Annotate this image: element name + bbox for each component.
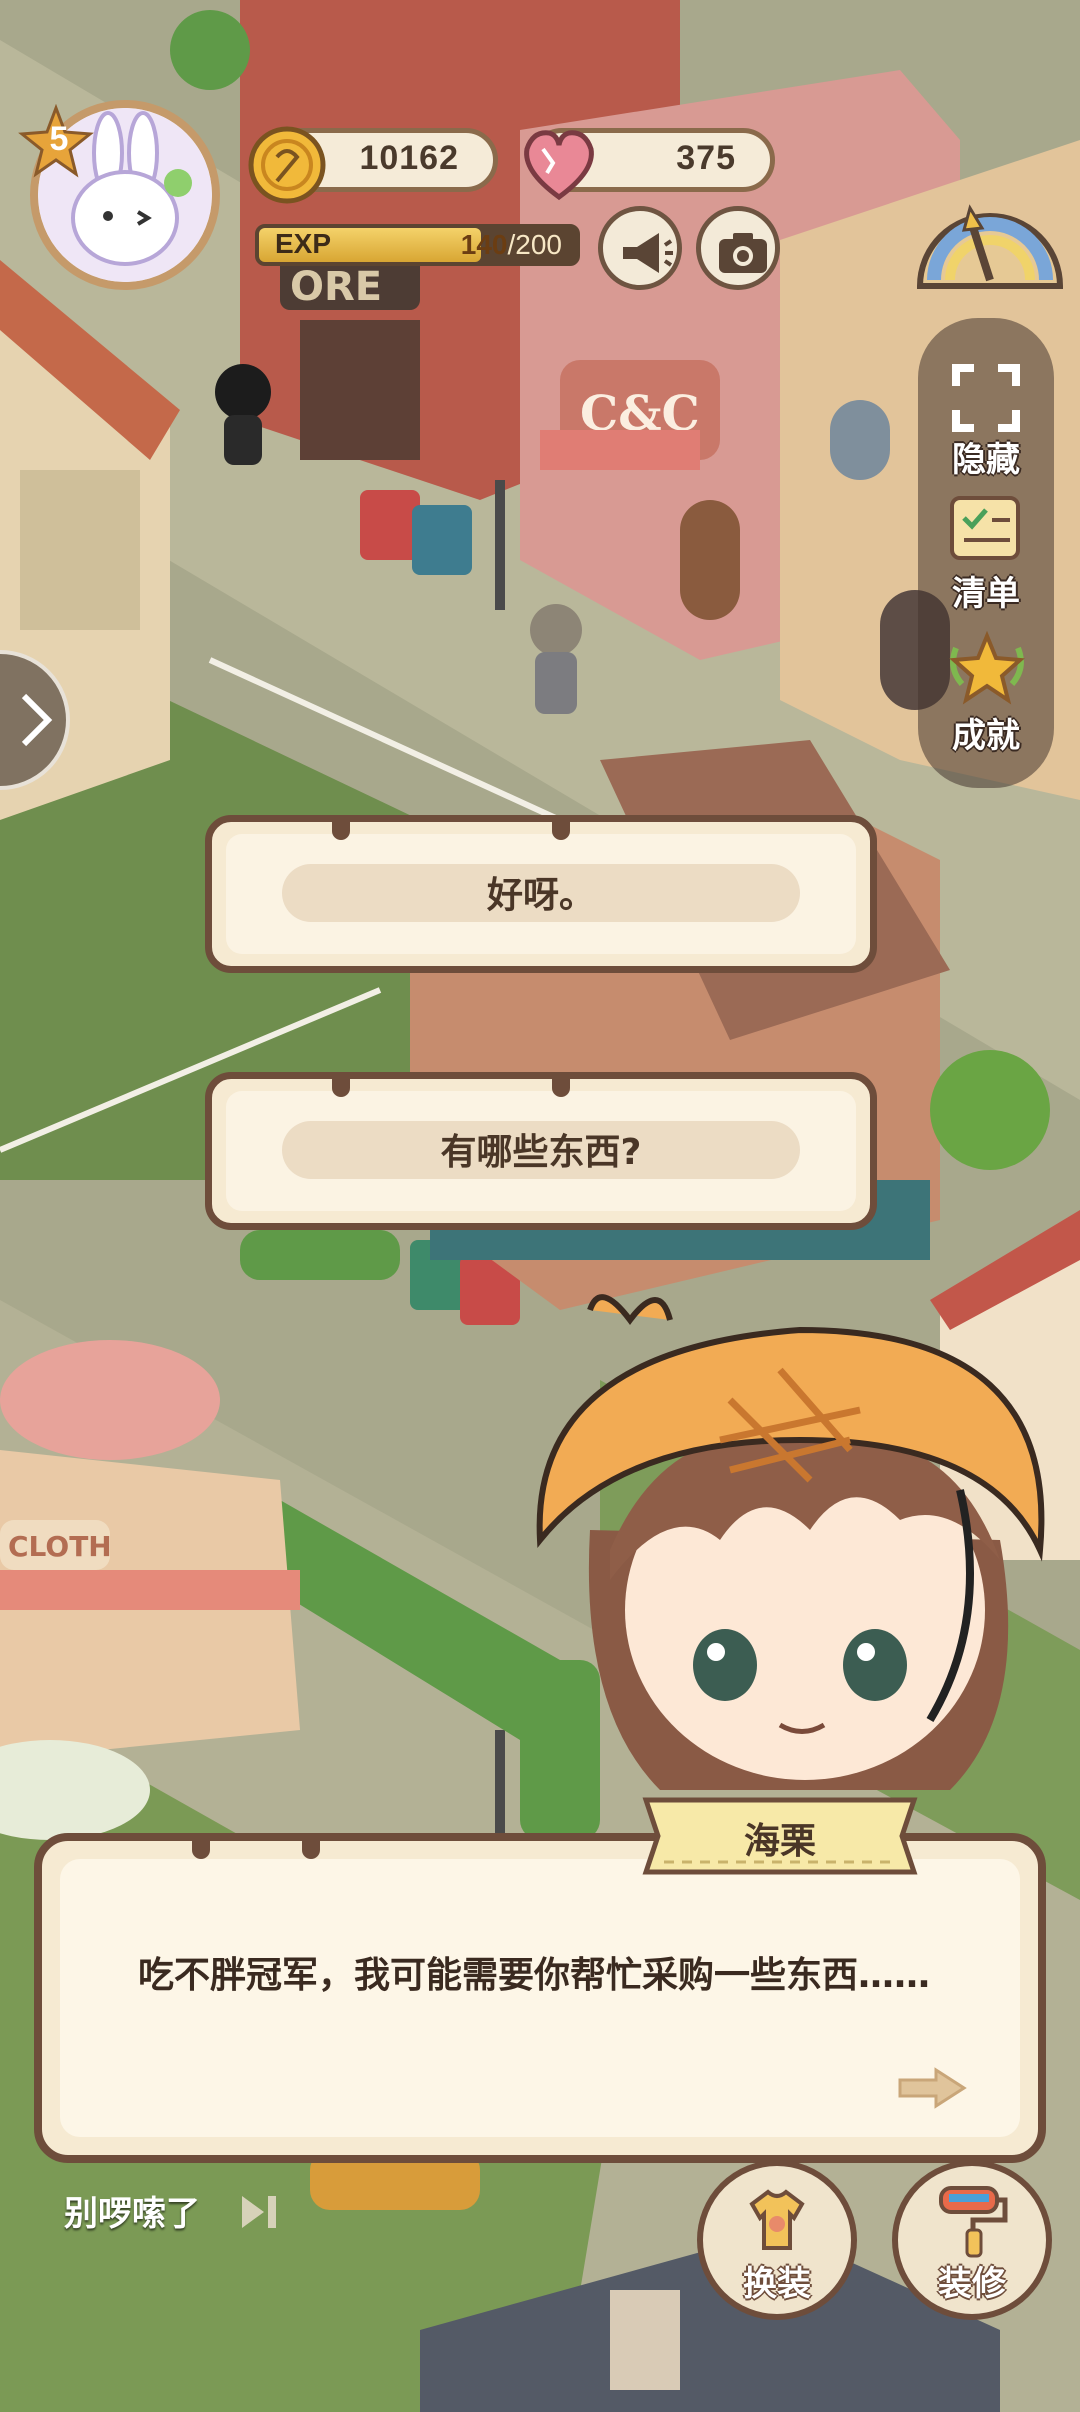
exp-max: /200 — [507, 229, 563, 260]
paint-roller-icon — [939, 2186, 1008, 2258]
camera-button[interactable] — [696, 206, 780, 290]
next-arrow-icon[interactable] — [896, 2066, 968, 2110]
choice-drip — [552, 818, 570, 840]
outfit-label: 换装 — [743, 2264, 811, 2304]
svg-text:ORE: ORE — [290, 264, 382, 310]
side-item-list[interactable]: 清单 — [918, 494, 1054, 614]
speaker-name-tag: 海栗 — [640, 1792, 920, 1880]
character-portrait-image — [536, 1294, 1045, 1790]
decorate-button[interactable]: 装修 — [892, 2160, 1052, 2320]
side-item-label: 隐藏 — [952, 440, 1020, 480]
dialog-choice-1[interactable]: 好呀。 — [205, 815, 877, 973]
exp-bar: EXP 140/200 — [255, 224, 580, 266]
side-item-hide[interactable]: 隐藏 — [918, 358, 1054, 480]
choice-text: 有哪些东西? — [440, 1132, 642, 1173]
camera-icon — [719, 233, 767, 273]
exp-label: EXP — [275, 228, 332, 259]
speaker-name: 海栗 — [743, 1821, 816, 1862]
choice-text: 好呀。 — [486, 875, 595, 916]
skip-forward-icon[interactable] — [238, 2192, 282, 2232]
player-avatar-button[interactable]: 5 — [18, 100, 220, 290]
choice-drip — [332, 1075, 350, 1097]
star-trophy-icon — [949, 630, 1025, 705]
exp-value: 140/200 — [461, 229, 562, 261]
dialog-drip — [302, 1837, 320, 1859]
dialog-text: 吃不胖冠军，我可能需要你帮忙采购一些东西…… — [138, 1955, 931, 1996]
side-item-label: 成就 — [952, 716, 1020, 756]
decorate-label: 装修 — [938, 2264, 1006, 2304]
heart-counter: 375 — [524, 128, 775, 201]
chevron-right-icon — [21, 693, 53, 747]
coin-counter: 10162 — [248, 126, 498, 204]
checklist-icon — [950, 496, 1020, 560]
dialog-choice-2[interactable]: 有哪些东西? — [205, 1072, 877, 1230]
side-item-label: 清单 — [952, 574, 1020, 614]
heart-icon — [524, 130, 594, 201]
choice-drip — [552, 1075, 570, 1097]
coin-icon — [248, 126, 326, 204]
skip-dialog-button[interactable]: 别啰嗦了 — [64, 2186, 200, 2235]
choice-drip — [332, 818, 350, 840]
megaphone-icon — [623, 233, 673, 273]
exp-current: 140 — [460, 229, 508, 260]
fullscreen-corners-icon — [952, 364, 1020, 432]
player-level: 5 — [49, 120, 69, 158]
side-item-achievements[interactable]: 成就 — [918, 630, 1054, 764]
outfit-icon — [749, 2189, 805, 2250]
svg-text:CLOTH: CLOTH — [8, 1530, 112, 1563]
weather-meter-icon[interactable] — [910, 190, 1070, 290]
outfit-button[interactable]: 换装 — [697, 2160, 857, 2320]
heart-count: 375 — [676, 139, 736, 177]
side-menu: 隐藏 清单 成就 — [918, 318, 1054, 788]
announcement-button[interactable] — [598, 206, 682, 290]
coin-count: 10162 — [359, 139, 459, 177]
dialog-drip — [192, 1837, 210, 1859]
